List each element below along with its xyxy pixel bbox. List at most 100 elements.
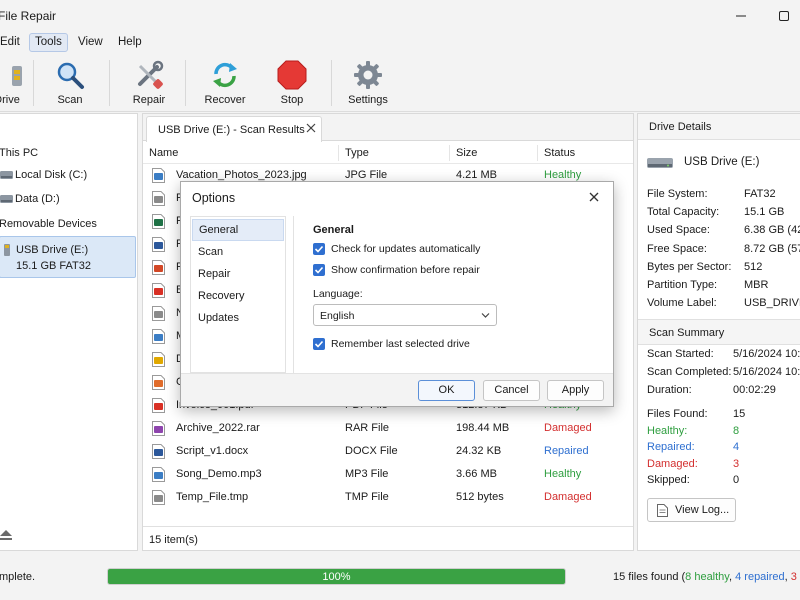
- drive-tree-panel: This PC Local Disk (C:) Data (D:) Remova…: [0, 113, 138, 551]
- checkbox-check-updates[interactable]: [313, 243, 325, 255]
- detail-key: Used Space:: [647, 224, 710, 237]
- file-status: Healthy: [544, 468, 582, 480]
- stop-octagon-icon: [277, 60, 307, 90]
- remember-drive-label[interactable]: Remember last selected drive: [331, 338, 470, 350]
- column-header-status[interactable]: Status: [544, 147, 575, 159]
- stop-button[interactable]: Stop: [262, 60, 322, 108]
- tab-scan-results[interactable]: USB Drive (E:) - Scan Results: [146, 116, 322, 142]
- toolbar-separator: [331, 60, 332, 106]
- file-type: MP3 File: [345, 468, 389, 480]
- file-name: Song_Demo.mp3: [176, 468, 262, 480]
- tree-header-this-pc[interactable]: This PC: [0, 142, 137, 164]
- menu-help[interactable]: Help: [113, 33, 147, 52]
- gear-icon: [353, 60, 383, 90]
- summary-value: 00:02:29: [733, 384, 776, 396]
- ok-button[interactable]: OK: [418, 380, 475, 401]
- detail-key: Partition Type:: [647, 279, 718, 291]
- recover-arrows-icon: [210, 60, 240, 90]
- details-panel: Drive Details USB Drive (E:) File System…: [637, 113, 800, 551]
- options-nav: General Scan Repair Recovery Updates: [190, 216, 286, 373]
- toolbar-separator: [33, 60, 34, 106]
- settings-button[interactable]: Settings: [338, 60, 398, 108]
- drive-button[interactable]: Drive: [0, 60, 37, 108]
- column-separator[interactable]: [338, 145, 339, 161]
- close-tab-icon[interactable]: [305, 122, 317, 134]
- file-size: 4.21 MB: [456, 169, 497, 181]
- minimize-icon: [736, 15, 746, 17]
- tree-item-usb-drive-e[interactable]: USB Drive (E:) 15.1 GB FAT32: [0, 236, 136, 278]
- file-size: 512 bytes: [456, 491, 504, 503]
- file-type: JPG File: [345, 169, 388, 181]
- music-file-icon: [152, 329, 165, 344]
- maximize-button[interactable]: [774, 6, 794, 26]
- tree-item-local-disk-c[interactable]: Local Disk (C:): [0, 164, 137, 186]
- dialog-title: Options: [192, 191, 236, 205]
- detail-value: 6.38 GB (42.2: [744, 224, 800, 237]
- menu-tools[interactable]: Tools: [29, 33, 68, 52]
- drive-label: Drive: [0, 94, 20, 106]
- toolbar-separator: [185, 60, 186, 106]
- file-status: Damaged: [544, 491, 592, 503]
- tab-strip: USB Drive (E:) - Scan Results: [143, 114, 633, 142]
- archive-file-icon: [152, 352, 165, 367]
- view-log-label: View Log...: [675, 504, 730, 516]
- file-name: Vacation_Photos_2023.jpg: [176, 169, 307, 181]
- column-header-name[interactable]: Name: [149, 147, 178, 159]
- status-counts: 15 files found (8 healthy, 4 repaired, 3…: [613, 571, 800, 583]
- stop-label: Stop: [280, 94, 304, 106]
- tree-item-data-d[interactable]: Data (D:): [0, 188, 137, 210]
- file-size: 198.44 MB: [456, 422, 510, 434]
- menu-view[interactable]: View: [73, 33, 108, 52]
- column-separator[interactable]: [449, 145, 450, 161]
- nav-updates[interactable]: Updates: [192, 307, 284, 329]
- eject-icon[interactable]: [0, 530, 13, 542]
- scan-button[interactable]: Scan: [40, 60, 100, 108]
- menu-edit[interactable]: Edit: [0, 33, 25, 52]
- repair-button[interactable]: Repair: [119, 60, 179, 108]
- nav-general[interactable]: General: [192, 219, 284, 241]
- column-header-size[interactable]: Size: [456, 147, 477, 159]
- checkbox-confirm-repair[interactable]: [313, 264, 325, 276]
- checkbox-remember-drive[interactable]: [313, 338, 325, 350]
- check-updates-label[interactable]: Check for updates automatically: [331, 243, 480, 255]
- magnifier-icon: [55, 60, 85, 90]
- toolbar-separator: [109, 60, 110, 106]
- progress-bar: 100%: [107, 568, 566, 585]
- confirm-repair-label[interactable]: Show confirmation before repair: [331, 264, 480, 276]
- view-log-button[interactable]: View Log...: [647, 498, 736, 522]
- tree-header-removable[interactable]: Removable Devices: [0, 213, 137, 235]
- cancel-button[interactable]: Cancel: [483, 380, 540, 401]
- table-row[interactable]: Script_v1.docx DOCX File 24.32 KB Repaired: [143, 440, 633, 463]
- nav-recovery[interactable]: Recovery: [192, 285, 284, 307]
- table-row[interactable]: Archive_2022.rar RAR File 198.44 MB Damaged: [143, 417, 633, 440]
- close-icon[interactable]: [587, 190, 601, 204]
- scan-summary-header: Scan Summary: [638, 319, 800, 345]
- detail-key: Volume Label:: [647, 297, 717, 310]
- nav-scan[interactable]: Scan: [192, 241, 284, 263]
- nav-repair[interactable]: Repair: [192, 263, 284, 285]
- summary-count-value: 0: [733, 474, 740, 487]
- repaired-count-text: 4 repaired: [735, 571, 785, 583]
- column-separator[interactable]: [537, 145, 538, 161]
- table-row[interactable]: Temp_File.tmp TMP File 512 bytes Damaged: [143, 486, 633, 509]
- checkmark-icon: [314, 266, 324, 274]
- document-icon: [657, 504, 668, 517]
- recover-label: Recover: [204, 94, 246, 106]
- summary-count-value: 3: [733, 457, 740, 470]
- table-row[interactable]: Song_Demo.mp3 MP3 File 3.66 MB Healthy: [143, 463, 633, 486]
- column-header-type[interactable]: Type: [345, 147, 369, 159]
- summary-count-key: Healthy:: [647, 424, 688, 437]
- checkmark-icon: [314, 245, 324, 253]
- file-type: TMP File: [345, 491, 389, 503]
- apply-button[interactable]: Apply: [547, 380, 604, 401]
- minimize-button[interactable]: [731, 6, 751, 26]
- status-message: mplete.: [0, 571, 36, 583]
- usb-drive-icon: [2, 244, 15, 256]
- summary-count-value: 15: [733, 408, 746, 420]
- recover-button[interactable]: Recover: [195, 60, 255, 108]
- pdf-file-icon: [152, 398, 165, 413]
- language-select[interactable]: English: [313, 304, 497, 326]
- text-file-icon: [152, 306, 165, 321]
- rar-archive-icon: [152, 421, 165, 436]
- drive-details-title: Drive Details: [649, 121, 712, 133]
